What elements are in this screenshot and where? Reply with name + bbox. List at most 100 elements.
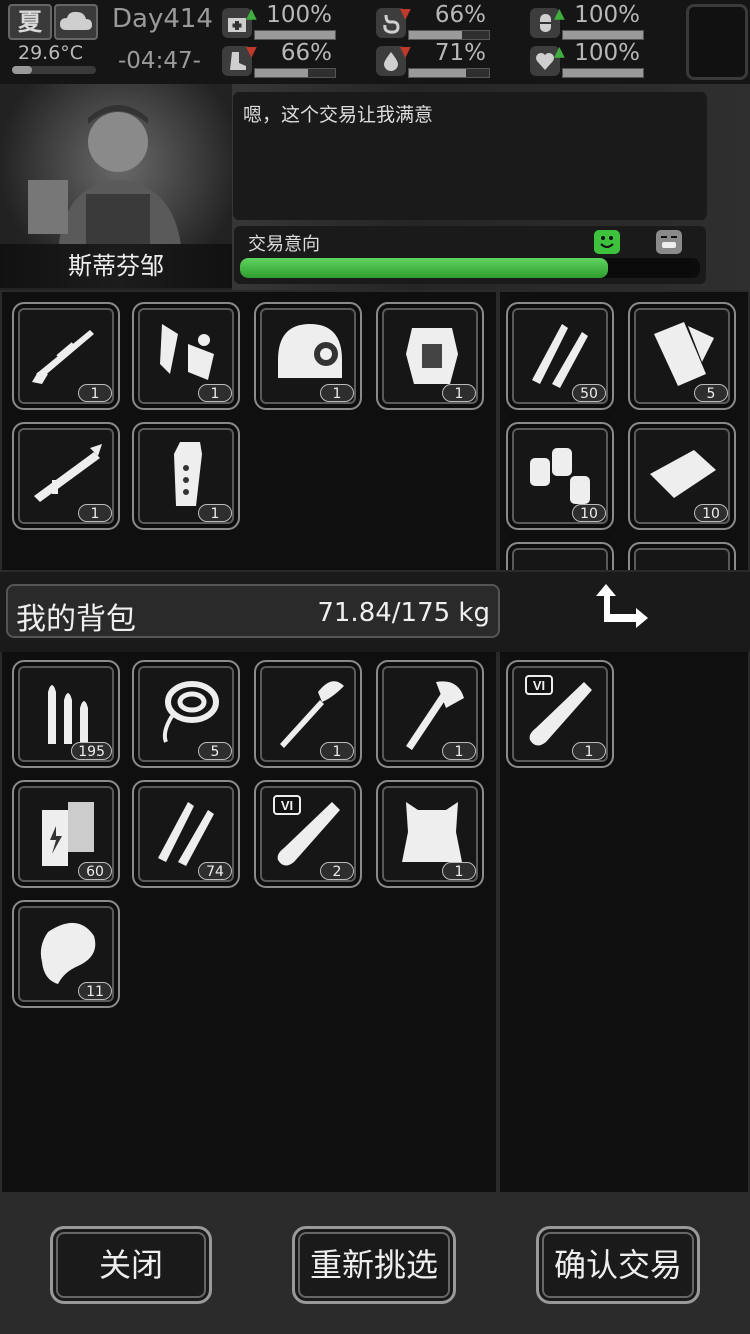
item-quantity: 74 <box>198 862 232 880</box>
rope-icon <box>162 681 219 743</box>
action-bar: 关闭 重新挑选 确认交易 <box>0 1194 750 1334</box>
offer-item-flashlight[interactable]: 1 <box>132 422 240 530</box>
temperature-value: 29.6°C <box>18 42 84 64</box>
season-indicator: 夏 <box>8 4 52 40</box>
equipment-slot[interactable] <box>686 4 748 80</box>
offer-item-combat-helmet[interactable]: 1 <box>254 302 362 410</box>
item-quantity: 5 <box>198 742 232 760</box>
trade-intent-bar <box>240 258 700 278</box>
item-quantity: 60 <box>78 862 112 880</box>
trade-intent: 交易意向 <box>234 226 706 284</box>
backpack-item-rifle-ammo[interactable]: 74 <box>132 780 240 888</box>
trader-name: 斯蒂芬邹 <box>0 244 232 288</box>
battery-icon <box>42 802 94 866</box>
temperature: 29.6°C <box>8 42 96 76</box>
stat-mood: ▲ 100% <box>530 2 644 40</box>
trader-item-partial[interactable] <box>506 542 614 570</box>
stat-heart: ▲ 100% <box>530 40 644 78</box>
item-quantity: 1 <box>572 742 606 760</box>
close-button[interactable]: 关闭 <box>50 1226 212 1304</box>
offer-panel: 1 1 1 1 1 1 <box>2 292 496 570</box>
happy-face-icon <box>594 230 620 254</box>
backpack-title: 我的背包 <box>16 602 136 637</box>
confirm-trade-button[interactable]: 确认交易 <box>536 1226 700 1304</box>
trader-item-bandage[interactable]: 5 <box>628 302 736 410</box>
trader-portrait: 斯蒂芬邹 <box>0 84 232 290</box>
trader-item-rifle-ammo[interactable]: 50 <box>506 302 614 410</box>
stat-value: 100% <box>574 2 640 28</box>
sniper-rifle-icon <box>32 330 94 384</box>
item-quantity: 195 <box>71 742 112 760</box>
item-quantity: 5 <box>694 384 728 402</box>
backpack-weight: 71.84/175 kg <box>317 598 490 628</box>
item-quantity: 1 <box>442 384 476 402</box>
svg-text:VI: VI <box>533 678 545 693</box>
offer-item-sniper-rifle[interactable]: 1 <box>12 302 120 410</box>
spray-cans-icon <box>530 448 590 504</box>
combat-helmet-icon <box>278 324 342 378</box>
item-quantity: 2 <box>320 862 354 880</box>
backpack-item-bullets[interactable]: 195 <box>12 660 120 768</box>
rifle-ammo-icon <box>158 802 214 866</box>
backpack-item-battery[interactable]: 60 <box>12 780 120 888</box>
fur-pelt-icon <box>402 802 462 862</box>
status-bar: 夏 29.6°C Day414 -04:47- ▲ 100% ▼ 66% ▲ 1… <box>0 0 750 84</box>
trap-parts-icon <box>160 324 214 380</box>
item-quantity: 1 <box>320 742 354 760</box>
backpack-panel[interactable]: 195 5 1 1 60 74 VI 2 1 11 <box>2 652 496 1192</box>
temperature-bar <box>12 66 96 74</box>
axe-icon <box>406 681 464 750</box>
item-quantity: 1 <box>442 862 476 880</box>
stat-thirst: ▼ 71% <box>376 40 490 78</box>
item-quantity: 10 <box>694 504 728 522</box>
offer-item-body-armor[interactable]: 1 <box>376 302 484 410</box>
svg-text:VI: VI <box>281 798 293 813</box>
item-quantity: 1 <box>78 504 112 522</box>
day-counter: Day414 <box>112 4 213 34</box>
grin-face-icon <box>656 230 682 254</box>
offer-item-rocket-launcher[interactable]: 1 <box>12 422 120 530</box>
test-tube-vi-icon: VI <box>273 795 340 866</box>
backpack-item-rope[interactable]: 5 <box>132 660 240 768</box>
stat-value: 66% <box>280 40 332 66</box>
backpack-item-test-tube[interactable]: VI 2 <box>254 780 362 888</box>
item-quantity: 1 <box>442 742 476 760</box>
stat-hunger: ▼ 66% <box>376 2 490 40</box>
cloud-icon <box>54 4 98 40</box>
stat-value: 71% <box>434 40 486 66</box>
trader-item-spray-cans[interactable]: 10 <box>506 422 614 530</box>
rifle-ammo-icon <box>532 324 588 388</box>
trader-banner: 斯蒂芬邹 嗯，这个交易让我满意 交易意向 <box>0 84 750 290</box>
selected-items-panel[interactable]: VI 1 <box>500 652 748 1192</box>
trader-item-bread[interactable]: 10 <box>628 422 736 530</box>
backpack-item-raw-meat[interactable]: 11 <box>12 900 120 1008</box>
item-quantity: 10 <box>572 504 606 522</box>
trader-inventory-panel[interactable]: 50 5 10 10 <box>500 292 748 570</box>
body-armor-icon <box>406 328 458 384</box>
bread-icon <box>650 450 716 498</box>
backpack-item-axe[interactable]: 1 <box>376 660 484 768</box>
item-quantity: 1 <box>198 384 232 402</box>
item-quantity: 1 <box>78 384 112 402</box>
backpack-item-fur-pelt[interactable]: 1 <box>376 780 484 888</box>
trade-intent-label: 交易意向 <box>248 234 320 255</box>
stat-health: ▲ 100% <box>222 2 336 40</box>
shovel-icon <box>280 681 344 748</box>
rocket-launcher-icon <box>34 444 102 502</box>
item-quantity: 1 <box>320 384 354 402</box>
item-quantity: 50 <box>572 384 606 402</box>
backpack-title-bar: 我的背包 71.84/175 kg <box>6 584 500 638</box>
backpack-item-shovel[interactable]: 1 <box>254 660 362 768</box>
game-clock: -04:47- <box>118 48 201 74</box>
offer-item-trap-parts[interactable]: 1 <box>132 302 240 410</box>
swap-arrows-icon[interactable] <box>592 580 656 644</box>
reselect-button[interactable]: 重新挑选 <box>292 1226 456 1304</box>
item-quantity: 11 <box>78 982 112 1000</box>
trader-item-partial[interactable] <box>628 542 736 570</box>
item-quantity: 1 <box>198 504 232 522</box>
selected-item-test-tube[interactable]: VI 1 <box>506 660 614 768</box>
stat-value: 66% <box>434 2 486 28</box>
bullets-icon <box>48 685 88 744</box>
trader-avatar <box>28 105 182 254</box>
stat-stamina: ▼ 66% <box>222 40 336 78</box>
